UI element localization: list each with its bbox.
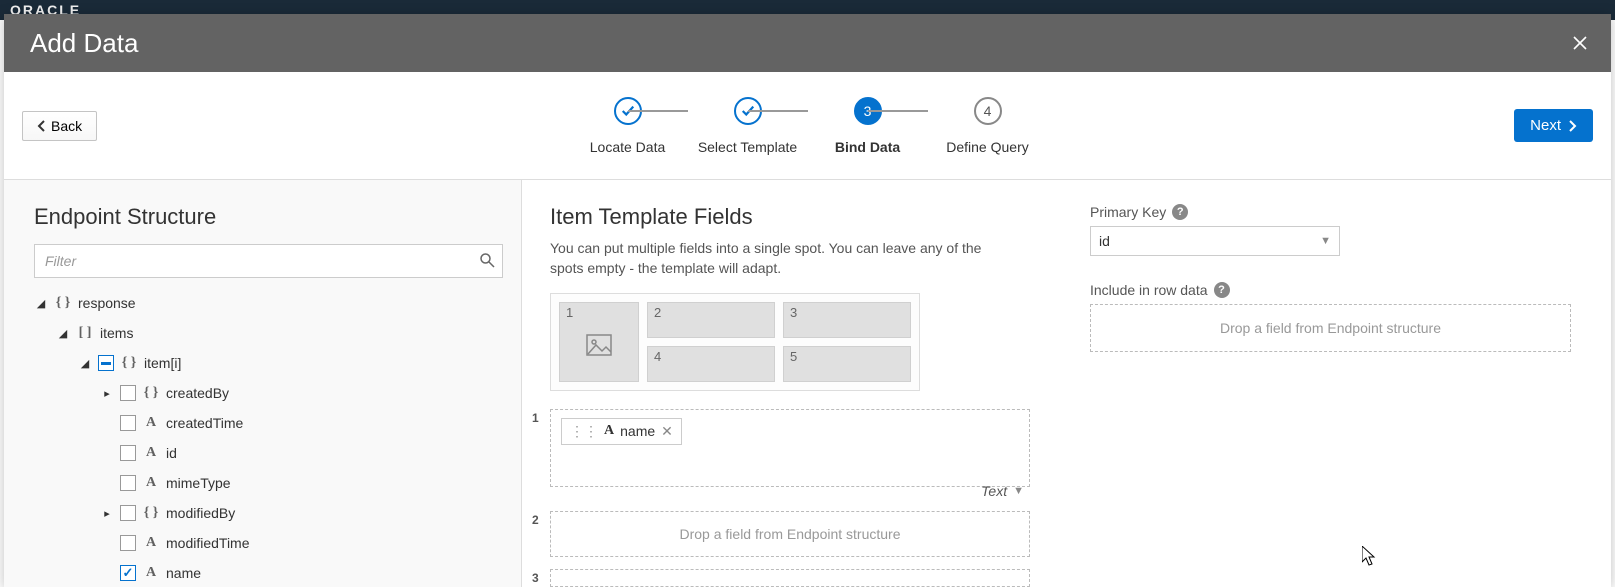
search-icon[interactable] [479,252,495,273]
string-icon: A [142,565,160,581]
preview-slot-4: 4 [647,346,775,382]
step-number: 4 [974,97,1002,125]
item-template-desc: You can put multiple fields into a singl… [550,238,1010,279]
step-define-query[interactable]: 4 Define Query [928,97,1048,155]
array-icon: [ ] [76,325,94,341]
expand-icon[interactable]: ▸ [100,507,114,520]
step-label: Define Query [946,139,1028,155]
field-slot-3: 3 [550,569,1030,587]
tree-node-createdtime[interactable]: A createdTime [34,408,503,438]
step-label: Select Template [698,139,797,155]
object-icon: { } [120,355,138,371]
next-label: Next [1530,117,1561,134]
back-button[interactable]: Back [22,111,97,141]
checkbox-mixed[interactable] [98,355,114,371]
dropzone-slot-3[interactable] [550,569,1030,587]
dropzone-slot-2[interactable]: Drop a field from Endpoint structure [550,511,1030,557]
close-icon [1572,35,1588,51]
stepper: Locate Data Select Template 3 Bind Data … [568,97,1048,155]
chip-label: name [620,423,655,439]
help-icon[interactable]: ? [1172,204,1188,220]
checkbox[interactable] [120,385,136,401]
slot-number: 3 [532,571,539,585]
checkbox[interactable] [120,445,136,461]
field-slot-2: 2 Drop a field from Endpoint structure [550,511,1030,557]
preview-slot-5: 5 [783,346,911,382]
endpoint-tree: ◢ { } response ◢ [ ] items ◢ { } item[i]… [34,288,503,587]
modal-body: Endpoint Structure ◢ { } response ◢ [ ] … [4,180,1611,587]
help-icon[interactable]: ? [1214,282,1230,298]
expand-icon[interactable]: ▸ [100,387,114,400]
include-row-data-dropzone[interactable]: Drop a field from Endpoint structure [1090,304,1571,352]
object-icon: { } [142,505,160,521]
slot-number: 2 [532,513,539,527]
slot-type-selector[interactable]: Text ▼ [550,483,1030,499]
collapse-icon[interactable]: ◢ [78,357,92,370]
filter-input[interactable] [34,244,503,278]
tree-node-mimetype[interactable]: A mimeType [34,468,503,498]
preview-slot-3: 3 [783,302,911,338]
primary-key-select[interactable]: id ▼ [1090,226,1340,256]
right-side-panel: Primary Key ? id ▼ Include in row data ?… [1090,204,1571,587]
tree-node-items[interactable]: ◢ [ ] items [34,318,503,348]
endpoint-structure-title: Endpoint Structure [34,204,503,230]
modal-header: Add Data [4,14,1611,72]
string-icon: A [142,535,160,551]
checkbox-checked[interactable] [120,565,136,581]
modal-title: Add Data [30,28,138,59]
chip-remove-icon[interactable]: ✕ [661,423,673,440]
checkbox[interactable] [120,415,136,431]
collapse-icon[interactable]: ◢ [56,327,70,340]
tree-node-modifiedtime[interactable]: A modifiedTime [34,528,503,558]
tree-node-createdby[interactable]: ▸ { } createdBy [34,378,503,408]
primary-key-value: id [1099,233,1110,249]
chevron-down-icon: ▼ [1320,235,1331,247]
tree-node-name[interactable]: A name [34,558,503,587]
chevron-down-icon: ▼ [1013,485,1024,497]
close-button[interactable] [1569,32,1591,54]
drag-handle-icon[interactable]: ⋮⋮ [570,423,598,440]
item-template-title: Item Template Fields [550,204,1030,230]
step-label: Bind Data [835,139,900,155]
string-icon: A [142,445,160,461]
step-label: Locate Data [590,139,666,155]
chevron-right-icon [1567,120,1577,132]
item-template-fields: Item Template Fields You can put multipl… [550,204,1030,587]
preview-slot-1: 1 [559,302,639,382]
endpoint-structure-panel: Endpoint Structure ◢ { } response ◢ [ ] … [4,180,522,587]
step-bind-data[interactable]: 3 Bind Data [808,97,928,155]
slot-number: 1 [532,411,539,425]
chevron-left-icon [37,120,47,132]
string-icon: A [142,475,160,491]
right-panel: Item Template Fields You can put multipl… [522,180,1611,587]
dropzone-placeholder: Drop a field from Endpoint structure [1220,320,1441,336]
template-slot-preview: 1 2 3 4 5 [550,293,920,391]
string-icon: A [142,415,160,431]
object-icon: { } [142,385,160,401]
step-select-template[interactable]: Select Template [688,97,808,155]
field-chip-name[interactable]: ⋮⋮ A name ✕ [561,418,682,445]
checkbox[interactable] [120,475,136,491]
tree-node-itemi[interactable]: ◢ { } item[i] [34,348,503,378]
field-slot-1: 1 ⋮⋮ A name ✕ Text ▼ [550,409,1030,499]
dropzone-placeholder: Drop a field from Endpoint structure [680,526,901,542]
step-locate-data[interactable]: Locate Data [568,97,688,155]
toolbar: Back Locate Data Select Template 3 Bind … [4,72,1611,180]
tree-node-modifiedby[interactable]: ▸ { } modifiedBy [34,498,503,528]
include-row-data-label: Include in row data ? [1090,282,1571,298]
image-icon [586,334,612,356]
object-icon: { } [54,295,72,311]
string-icon: A [604,423,614,439]
back-label: Back [51,118,82,134]
preview-slot-2: 2 [647,302,775,338]
dropzone-slot-1[interactable]: ⋮⋮ A name ✕ [550,409,1030,487]
next-button[interactable]: Next [1514,109,1593,142]
checkbox[interactable] [120,535,136,551]
tree-node-response[interactable]: ◢ { } response [34,288,503,318]
checkbox[interactable] [120,505,136,521]
primary-key-label: Primary Key ? [1090,204,1571,220]
tree-node-id[interactable]: A id [34,438,503,468]
collapse-icon[interactable]: ◢ [34,297,48,310]
add-data-modal: Add Data Back Locate Data Select Templat… [4,14,1611,587]
